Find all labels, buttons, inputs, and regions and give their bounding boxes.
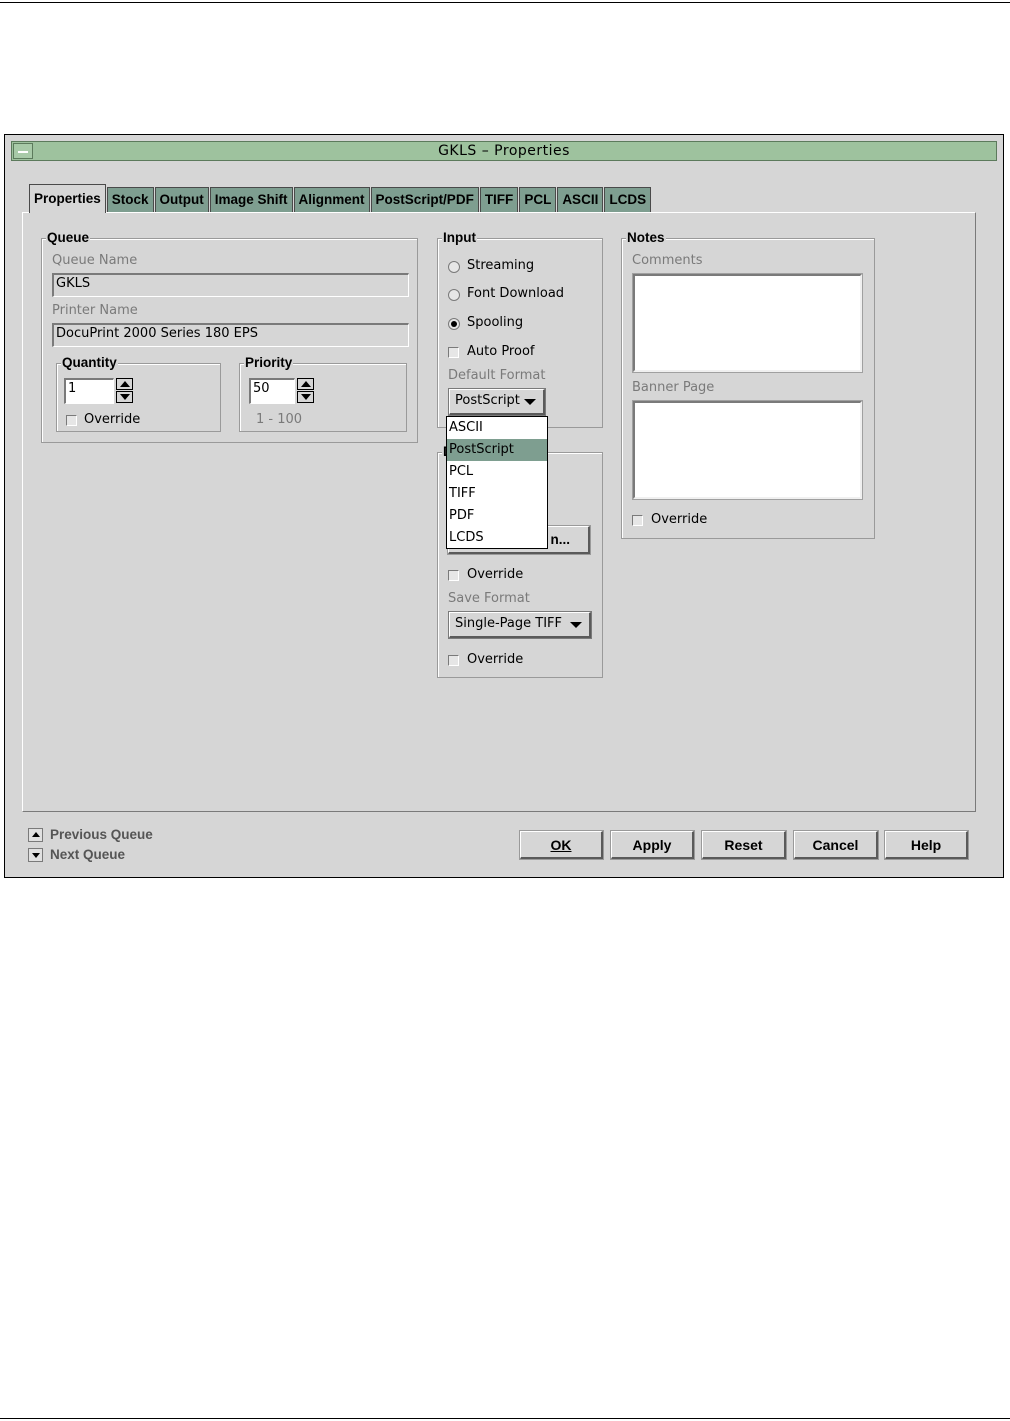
top-page-rule — [0, 2, 1010, 3]
reset-button-label: Reset — [724, 837, 763, 853]
override-label-1: Override — [467, 567, 524, 582]
save-format-value: Single-Page TIFF — [455, 616, 562, 631]
printer-name-field[interactable]: DocuPrint 2000 Series 180 EPS — [52, 323, 409, 347]
font-download-radio[interactable] — [448, 289, 460, 301]
queue-name-field[interactable]: GKLS — [52, 273, 409, 297]
next-queue-arrow-icon[interactable] — [28, 848, 43, 862]
override-checkbox-1[interactable] — [448, 570, 459, 581]
font-download-label: Font Download — [467, 286, 565, 301]
quantity-down-arrow-icon[interactable] — [116, 391, 133, 403]
auto-proof-label: Auto Proof — [467, 344, 535, 359]
input-group-title: Input — [442, 230, 477, 246]
window-title: GKLS – Properties — [438, 143, 570, 159]
priority-title: Priority — [244, 355, 294, 371]
notes-group-title: Notes — [626, 230, 666, 246]
printer-name-label: Printer Name — [52, 303, 138, 318]
quantity-override-label: Override — [84, 412, 141, 427]
notes-group: Notes Comments Banner Page Override — [621, 230, 875, 539]
tab-tiff[interactable]: TIFF — [479, 187, 519, 212]
tab-stock[interactable]: Stock — [106, 187, 154, 212]
lower-group-button-label: n... — [550, 532, 571, 547]
previous-queue-link[interactable]: Previous Queue — [50, 827, 153, 842]
tab-lcds[interactable]: LCDS — [604, 187, 652, 212]
priority-group: Priority 50 1 - 100 — [239, 355, 407, 432]
comments-label: Comments — [632, 253, 703, 268]
chevron-down-icon — [570, 622, 582, 628]
quantity-group: Quantity 1 Override — [56, 355, 221, 432]
default-format-dropdown-list: ASCII PostScript PCL TIFF PDF LCDS — [446, 416, 548, 549]
priority-up-arrow-icon[interactable] — [297, 378, 314, 390]
spooling-label: Spooling — [467, 315, 524, 330]
override-checkbox-2[interactable] — [448, 655, 459, 666]
chevron-down-icon — [524, 399, 536, 405]
quantity-input[interactable]: 1 — [64, 378, 114, 404]
save-format-combo[interactable]: Single-Page TIFF — [448, 611, 592, 639]
apply-button[interactable]: Apply — [610, 830, 695, 860]
title-bar[interactable]: GKLS – Properties — [11, 141, 997, 161]
tab-postscript-pdf[interactable]: PostScript/PDF — [370, 187, 479, 212]
banner-page-label: Banner Page — [632, 380, 715, 395]
queue-group-title: Queue — [46, 230, 91, 246]
save-format-label: Save Format — [448, 591, 530, 606]
priority-input[interactable]: 50 — [249, 378, 295, 404]
dropdown-option-lcds[interactable]: LCDS — [447, 527, 547, 549]
apply-button-label: Apply — [632, 837, 672, 853]
priority-down-arrow-icon[interactable] — [297, 391, 314, 403]
ok-button-label: OK — [550, 837, 572, 853]
tab-strip: Properties Stock Output Image Shift Alig… — [29, 184, 652, 213]
queue-name-label: Queue Name — [52, 253, 138, 268]
help-button-label: Help — [910, 837, 942, 853]
help-button[interactable]: Help — [884, 830, 969, 860]
quantity-title: Quantity — [61, 355, 118, 371]
notes-override-label: Override — [651, 512, 708, 527]
tab-pcl[interactable]: PCL — [519, 187, 557, 212]
properties-window: GKLS – Properties Properties Stock Outpu… — [4, 134, 1004, 878]
comments-textarea[interactable] — [632, 273, 863, 373]
quantity-up-arrow-icon[interactable] — [116, 378, 133, 390]
default-format-combo[interactable]: PostScript — [448, 388, 546, 416]
streaming-radio[interactable] — [448, 261, 460, 273]
reset-button[interactable]: Reset — [701, 830, 787, 860]
tab-image-shift[interactable]: Image Shift — [209, 187, 293, 212]
tab-output[interactable]: Output — [154, 187, 209, 212]
tab-properties[interactable]: Properties — [29, 184, 106, 213]
input-group: Input Streaming Font Download Spooling A… — [437, 230, 603, 428]
bottom-page-rule — [0, 1418, 1010, 1419]
priority-range: 1 - 100 — [256, 412, 303, 427]
dropdown-option-ascii[interactable]: ASCII — [447, 417, 547, 439]
dropdown-option-tiff[interactable]: TIFF — [447, 483, 547, 505]
auto-proof-checkbox[interactable] — [448, 347, 459, 358]
default-format-label: Default Format — [448, 368, 546, 383]
streaming-label: Streaming — [467, 258, 535, 273]
default-format-value: PostScript — [455, 393, 520, 408]
ok-button[interactable]: OK — [519, 830, 604, 860]
next-queue-link[interactable]: Next Queue — [50, 847, 125, 862]
queue-group: Queue Queue Name GKLS Printer Name DocuP… — [41, 230, 418, 443]
banner-page-textarea[interactable] — [632, 400, 863, 500]
dropdown-option-pdf[interactable]: PDF — [447, 505, 547, 527]
quantity-override-checkbox[interactable] — [66, 415, 77, 426]
cancel-button[interactable]: Cancel — [793, 830, 879, 860]
cancel-button-label: Cancel — [812, 837, 859, 853]
notes-override-checkbox[interactable] — [632, 515, 643, 526]
previous-queue-arrow-icon[interactable] — [28, 828, 43, 842]
tab-alignment[interactable]: Alignment — [293, 187, 370, 212]
spooling-radio[interactable] — [448, 318, 460, 330]
dropdown-option-pcl[interactable]: PCL — [447, 461, 547, 483]
dropdown-option-postscript[interactable]: PostScript — [447, 439, 547, 461]
override-label-2: Override — [467, 652, 524, 667]
tab-ascii[interactable]: ASCII — [557, 187, 604, 212]
